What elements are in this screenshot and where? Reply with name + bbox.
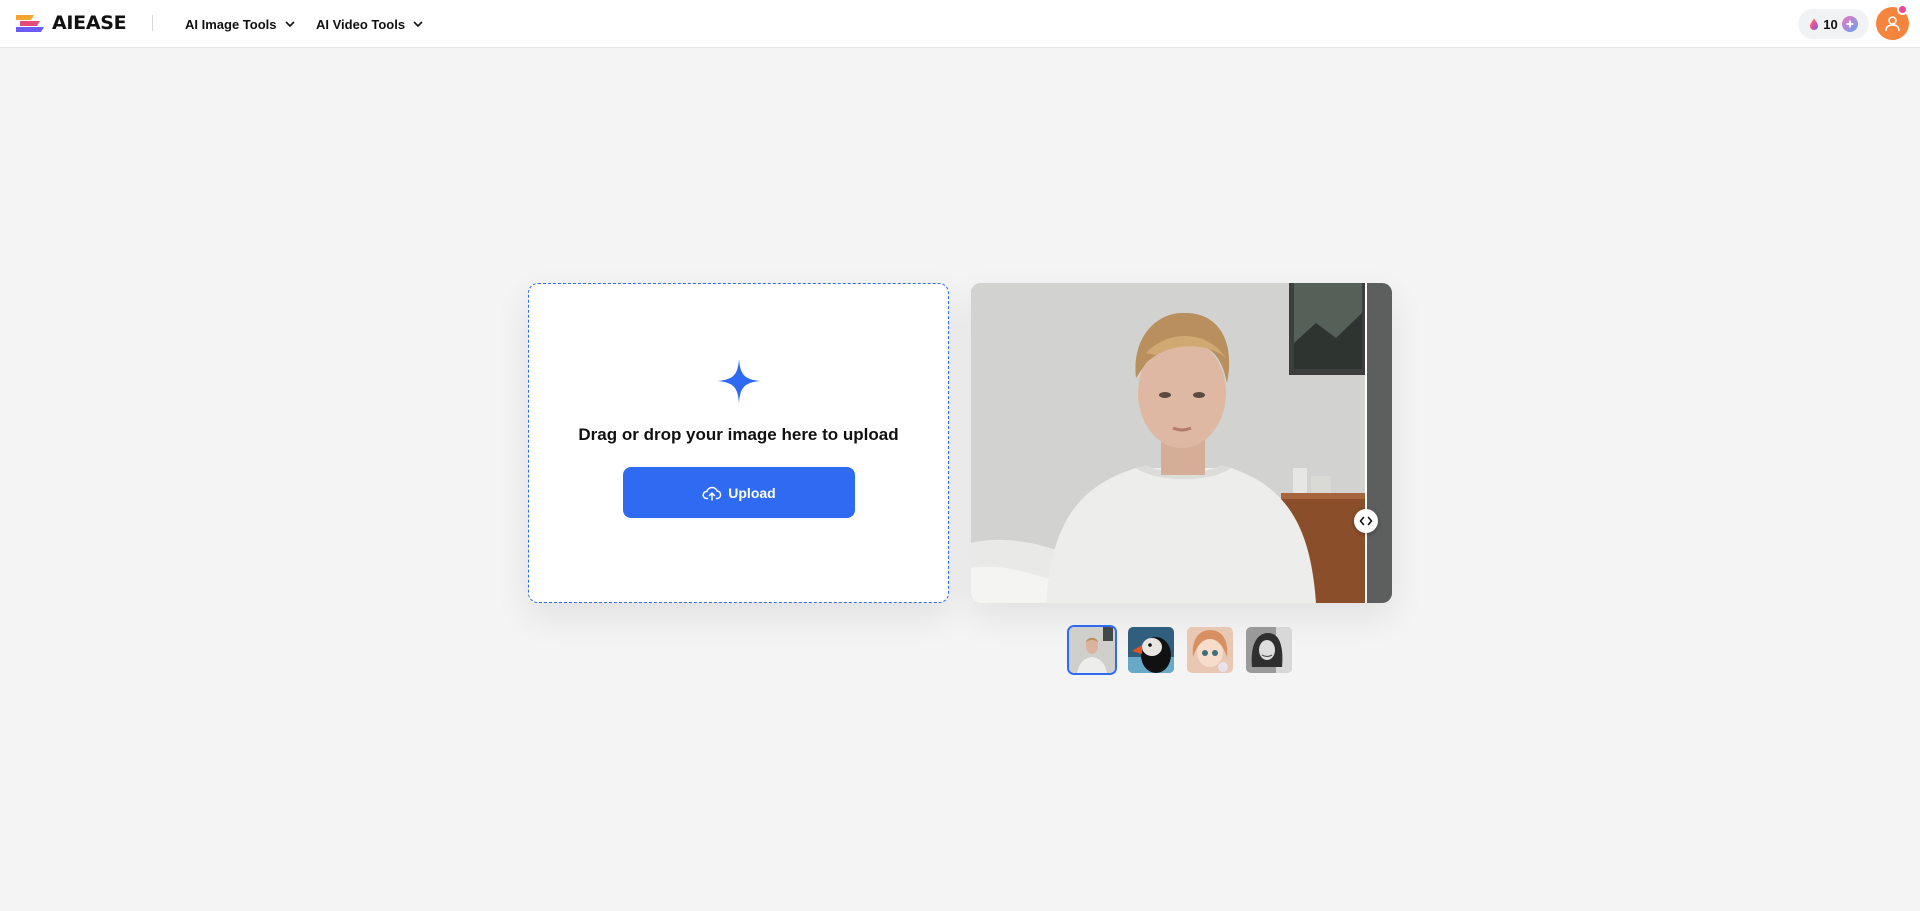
before-after-preview[interactable]	[971, 283, 1392, 603]
sparkle-icon	[717, 359, 761, 403]
credits-balance[interactable]: 10	[1798, 9, 1869, 39]
credits-count: 10	[1823, 16, 1838, 32]
thumbnail-image	[1128, 627, 1174, 673]
compare-slider-handle[interactable]	[1354, 509, 1378, 533]
nav-label: AI Video Tools	[316, 16, 406, 32]
user-icon	[1885, 16, 1900, 32]
preview-image	[971, 283, 1392, 603]
compare-arrows-icon	[1359, 516, 1373, 526]
nav-divider	[152, 15, 153, 31]
cloud-upload-icon	[702, 486, 722, 501]
upload-button-label: Upload	[728, 484, 776, 501]
thumbnail-image	[1187, 627, 1233, 673]
add-credits-icon[interactable]	[1841, 16, 1858, 32]
sample-image-list	[1067, 625, 1294, 676]
upload-button[interactable]: Upload	[623, 467, 855, 518]
nav-label: AI Image Tools	[185, 16, 277, 32]
logo-icon	[16, 15, 44, 32]
upload-dropzone[interactable]: Drag or drop your image here to upload U…	[528, 283, 949, 603]
nav-ai-image-tools[interactable]: AI Image Tools	[185, 14, 295, 34]
after-image-region	[1367, 283, 1392, 603]
notification-dot	[1897, 4, 1908, 15]
dropzone-prompt: Drag or drop your image here to upload	[578, 425, 899, 444]
chevron-down-icon	[413, 20, 423, 27]
sample-thumbnail-anime-girl[interactable]	[1185, 625, 1235, 675]
sample-thumbnail-puffin[interactable]	[1126, 625, 1176, 675]
brand-name: AIEASE	[52, 12, 127, 34]
thumbnail-image	[1246, 627, 1292, 673]
nav-ai-video-tools[interactable]: AI Video Tools	[316, 14, 423, 34]
credit-drop-icon	[1810, 18, 1819, 30]
top-header: AIEASE AI Image Tools AI Video Tools 10	[0, 0, 1920, 48]
chevron-down-icon	[284, 20, 295, 27]
sample-thumbnail-portrait[interactable]	[1067, 625, 1117, 675]
compare-divider	[1365, 283, 1367, 603]
thumbnail-image	[1069, 627, 1115, 673]
brand-logo[interactable]: AIEASE	[14, 9, 127, 37]
sample-thumbnail-bw-woman[interactable]	[1244, 625, 1294, 675]
